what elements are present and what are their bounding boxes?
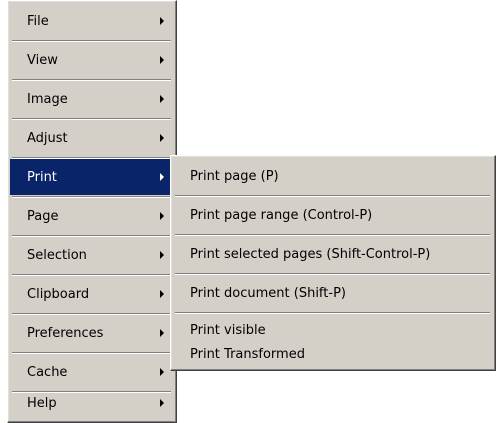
main-menu: File View Image Adjust Print Page Select…	[7, 0, 177, 423]
menu-item-file-label: File	[27, 13, 49, 29]
chevron-right-icon	[160, 399, 164, 407]
menu-item-page[interactable]: Page	[10, 198, 173, 234]
menu-item-page-label: Page	[27, 208, 59, 224]
menu-item-file[interactable]: File	[10, 3, 173, 39]
submenu-item-print-page-range-label: Print page range (Control-P)	[190, 207, 373, 223]
menu-item-cache-label: Cache	[27, 364, 68, 380]
menu-item-help-label: Help	[27, 395, 57, 411]
submenu-item-print-document-label: Print document (Shift-P)	[190, 285, 346, 301]
menu-item-adjust[interactable]: Adjust	[10, 120, 173, 156]
chevron-right-icon	[160, 329, 164, 337]
menu-item-print-label: Print	[27, 169, 57, 185]
submenu-item-print-visible[interactable]: Print visible	[173, 318, 492, 342]
chevron-right-icon	[160, 134, 164, 142]
menu-item-view[interactable]: View	[10, 42, 173, 78]
submenu-item-print-selected-pages-label: Print selected pages (Shift-Control-P)	[190, 246, 431, 262]
submenu-item-print-transformed[interactable]: Print Transformed	[173, 342, 492, 366]
submenu-item-print-page-label: Print page (P)	[190, 168, 279, 184]
menu-item-selection[interactable]: Selection	[10, 237, 173, 273]
chevron-right-icon	[160, 56, 164, 64]
chevron-right-icon	[160, 251, 164, 259]
submenu-item-print-page-range[interactable]: Print page range (Control-P)	[173, 197, 492, 233]
submenu-item-print-transformed-label: Print Transformed	[190, 346, 305, 362]
menu-item-preferences[interactable]: Preferences	[10, 315, 173, 351]
menu-item-selection-label: Selection	[27, 247, 87, 263]
chevron-right-icon	[160, 173, 164, 181]
chevron-right-icon	[160, 17, 164, 25]
menu-item-clipboard-label: Clipboard	[27, 286, 90, 302]
submenu-item-print-document[interactable]: Print document (Shift-P)	[173, 275, 492, 311]
print-submenu: Print page (P) Print page range (Control…	[170, 155, 496, 371]
menu-item-help[interactable]: Help	[10, 385, 173, 421]
submenu-item-print-visible-label: Print visible	[190, 322, 266, 338]
menu-item-image-label: Image	[27, 91, 68, 107]
menu-item-clipboard[interactable]: Clipboard	[10, 276, 173, 312]
chevron-right-icon	[160, 368, 164, 376]
menu-item-view-label: View	[27, 52, 58, 68]
menu-item-preferences-label: Preferences	[27, 325, 104, 341]
submenu-item-print-selected-pages[interactable]: Print selected pages (Shift-Control-P)	[173, 236, 492, 272]
chevron-right-icon	[160, 95, 164, 103]
chevron-right-icon	[160, 212, 164, 220]
menu-item-adjust-label: Adjust	[27, 130, 68, 146]
submenu-item-print-page[interactable]: Print page (P)	[173, 158, 492, 194]
chevron-right-icon	[160, 290, 164, 298]
menu-item-print[interactable]: Print	[10, 159, 173, 195]
menu-separator	[175, 312, 490, 314]
menu-item-image[interactable]: Image	[10, 81, 173, 117]
